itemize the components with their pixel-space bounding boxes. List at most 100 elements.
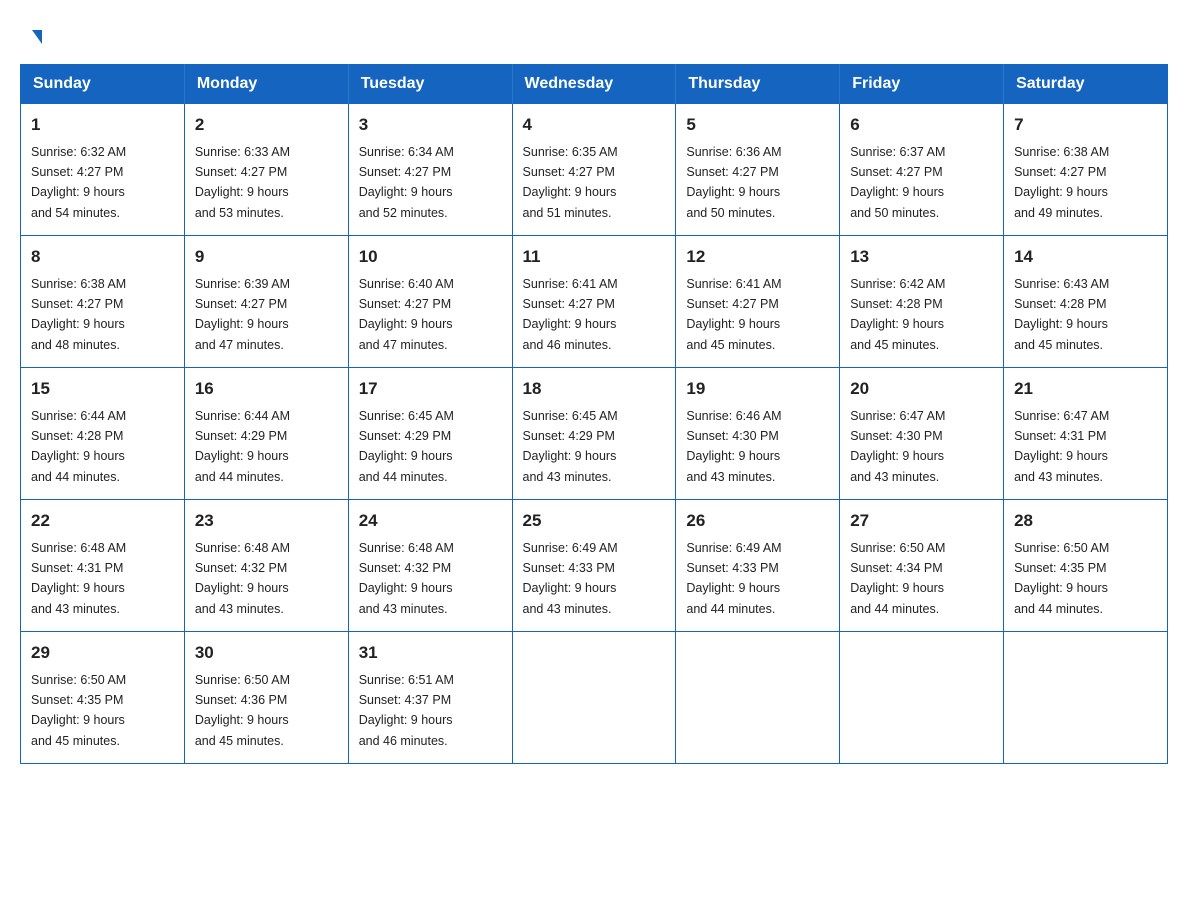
- day-number: 28: [1014, 508, 1157, 534]
- day-number: 9: [195, 244, 338, 270]
- header-monday: Monday: [184, 65, 348, 104]
- table-row: [840, 632, 1004, 764]
- table-row: 21 Sunrise: 6:47 AMSunset: 4:31 PMDayligh…: [1004, 368, 1168, 500]
- day-number: 21: [1014, 376, 1157, 402]
- day-info: Sunrise: 6:50 AMSunset: 4:35 PMDaylight:…: [31, 673, 126, 748]
- day-info: Sunrise: 6:38 AMSunset: 4:27 PMDaylight:…: [31, 277, 126, 352]
- day-info: Sunrise: 6:36 AMSunset: 4:27 PMDaylight:…: [686, 145, 781, 220]
- header-friday: Friday: [840, 65, 1004, 104]
- day-number: 11: [523, 244, 666, 270]
- header-tuesday: Tuesday: [348, 65, 512, 104]
- table-row: [1004, 632, 1168, 764]
- day-info: Sunrise: 6:41 AMSunset: 4:27 PMDaylight:…: [523, 277, 618, 352]
- table-row: 31Sunrise: 6:51 AMSunset: 4:37 PMDayligh…: [348, 632, 512, 764]
- table-row: 9 Sunrise: 6:39 AMSunset: 4:27 PMDaylight…: [184, 236, 348, 368]
- day-number: 19: [686, 376, 829, 402]
- day-number: 3: [359, 112, 502, 138]
- calendar-table: Sunday Monday Tuesday Wednesday Thursday…: [20, 64, 1168, 764]
- table-row: 15 Sunrise: 6:44 AMSunset: 4:28 PMDayligh…: [21, 368, 185, 500]
- calendar-week-row: 1 Sunrise: 6:32 AMSunset: 4:27 PMDaylight…: [21, 104, 1168, 236]
- day-number: 7: [1014, 112, 1157, 138]
- header-saturday: Saturday: [1004, 65, 1168, 104]
- day-info: Sunrise: 6:42 AMSunset: 4:28 PMDaylight:…: [850, 277, 945, 352]
- day-number: 5: [686, 112, 829, 138]
- table-row: 25Sunrise: 6:49 AMSunset: 4:33 PMDayligh…: [512, 500, 676, 632]
- day-info: Sunrise: 6:50 AMSunset: 4:36 PMDaylight:…: [195, 673, 290, 748]
- header-sunday: Sunday: [21, 65, 185, 104]
- day-number: 2: [195, 112, 338, 138]
- page-header: [20, 20, 1168, 44]
- day-info: Sunrise: 6:47 AMSunset: 4:30 PMDaylight:…: [850, 409, 945, 484]
- day-number: 17: [359, 376, 502, 402]
- table-row: 11 Sunrise: 6:41 AMSunset: 4:27 PMDayligh…: [512, 236, 676, 368]
- calendar-week-row: 8 Sunrise: 6:38 AMSunset: 4:27 PMDaylight…: [21, 236, 1168, 368]
- day-number: 20: [850, 376, 993, 402]
- day-number: 27: [850, 508, 993, 534]
- day-info: Sunrise: 6:34 AMSunset: 4:27 PMDaylight:…: [359, 145, 454, 220]
- day-number: 14: [1014, 244, 1157, 270]
- table-row: 23Sunrise: 6:48 AMSunset: 4:32 PMDayligh…: [184, 500, 348, 632]
- table-row: 8 Sunrise: 6:38 AMSunset: 4:27 PMDaylight…: [21, 236, 185, 368]
- day-info: Sunrise: 6:48 AMSunset: 4:31 PMDaylight:…: [31, 541, 126, 616]
- day-info: Sunrise: 6:44 AMSunset: 4:28 PMDaylight:…: [31, 409, 126, 484]
- day-number: 12: [686, 244, 829, 270]
- table-row: 30 Sunrise: 6:50 AMSunset: 4:36 PMDayligh…: [184, 632, 348, 764]
- day-info: Sunrise: 6:45 AMSunset: 4:29 PMDaylight:…: [523, 409, 618, 484]
- table-row: 28 Sunrise: 6:50 AMSunset: 4:35 PMDayligh…: [1004, 500, 1168, 632]
- day-number: 24: [359, 508, 502, 534]
- table-row: 24Sunrise: 6:48 AMSunset: 4:32 PMDayligh…: [348, 500, 512, 632]
- table-row: 13 Sunrise: 6:42 AMSunset: 4:28 PMDayligh…: [840, 236, 1004, 368]
- table-row: 26Sunrise: 6:49 AMSunset: 4:33 PMDayligh…: [676, 500, 840, 632]
- day-info: Sunrise: 6:32 AMSunset: 4:27 PMDaylight:…: [31, 145, 126, 220]
- day-info: Sunrise: 6:40 AMSunset: 4:27 PMDaylight:…: [359, 277, 454, 352]
- day-info: Sunrise: 6:33 AMSunset: 4:27 PMDaylight:…: [195, 145, 290, 220]
- day-number: 4: [523, 112, 666, 138]
- logo: [30, 30, 42, 44]
- day-number: 18: [523, 376, 666, 402]
- day-number: 10: [359, 244, 502, 270]
- day-info: Sunrise: 6:37 AMSunset: 4:27 PMDaylight:…: [850, 145, 945, 220]
- day-number: 30: [195, 640, 338, 666]
- day-info: Sunrise: 6:38 AMSunset: 4:27 PMDaylight:…: [1014, 145, 1109, 220]
- day-number: 15: [31, 376, 174, 402]
- weekday-header-row: Sunday Monday Tuesday Wednesday Thursday…: [21, 65, 1168, 104]
- day-info: Sunrise: 6:39 AMSunset: 4:27 PMDaylight:…: [195, 277, 290, 352]
- logo-triangle-icon: [32, 30, 42, 44]
- day-info: Sunrise: 6:50 AMSunset: 4:34 PMDaylight:…: [850, 541, 945, 616]
- table-row: 1 Sunrise: 6:32 AMSunset: 4:27 PMDaylight…: [21, 104, 185, 236]
- day-number: 22: [31, 508, 174, 534]
- day-info: Sunrise: 6:45 AMSunset: 4:29 PMDaylight:…: [359, 409, 454, 484]
- table-row: 4 Sunrise: 6:35 AMSunset: 4:27 PMDaylight…: [512, 104, 676, 236]
- day-number: 6: [850, 112, 993, 138]
- table-row: 7 Sunrise: 6:38 AMSunset: 4:27 PMDaylight…: [1004, 104, 1168, 236]
- table-row: 5 Sunrise: 6:36 AMSunset: 4:27 PMDaylight…: [676, 104, 840, 236]
- day-info: Sunrise: 6:48 AMSunset: 4:32 PMDaylight:…: [195, 541, 290, 616]
- table-row: 3 Sunrise: 6:34 AMSunset: 4:27 PMDaylight…: [348, 104, 512, 236]
- day-info: Sunrise: 6:43 AMSunset: 4:28 PMDaylight:…: [1014, 277, 1109, 352]
- table-row: 12Sunrise: 6:41 AMSunset: 4:27 PMDayligh…: [676, 236, 840, 368]
- day-info: Sunrise: 6:44 AMSunset: 4:29 PMDaylight:…: [195, 409, 290, 484]
- table-row: 2 Sunrise: 6:33 AMSunset: 4:27 PMDaylight…: [184, 104, 348, 236]
- table-row: 16 Sunrise: 6:44 AMSunset: 4:29 PMDayligh…: [184, 368, 348, 500]
- day-number: 31: [359, 640, 502, 666]
- day-number: 26: [686, 508, 829, 534]
- day-info: Sunrise: 6:50 AMSunset: 4:35 PMDaylight:…: [1014, 541, 1109, 616]
- day-number: 25: [523, 508, 666, 534]
- table-row: 19Sunrise: 6:46 AMSunset: 4:30 PMDayligh…: [676, 368, 840, 500]
- table-row: 18 Sunrise: 6:45 AMSunset: 4:29 PMDayligh…: [512, 368, 676, 500]
- day-number: 16: [195, 376, 338, 402]
- day-info: Sunrise: 6:47 AMSunset: 4:31 PMDaylight:…: [1014, 409, 1109, 484]
- header-wednesday: Wednesday: [512, 65, 676, 104]
- day-info: Sunrise: 6:35 AMSunset: 4:27 PMDaylight:…: [523, 145, 618, 220]
- header-thursday: Thursday: [676, 65, 840, 104]
- table-row: 22 Sunrise: 6:48 AMSunset: 4:31 PMDayligh…: [21, 500, 185, 632]
- table-row: 14 Sunrise: 6:43 AMSunset: 4:28 PMDayligh…: [1004, 236, 1168, 368]
- day-number: 29: [31, 640, 174, 666]
- calendar-week-row: 22 Sunrise: 6:48 AMSunset: 4:31 PMDayligh…: [21, 500, 1168, 632]
- day-number: 1: [31, 112, 174, 138]
- calendar-week-row: 29 Sunrise: 6:50 AMSunset: 4:35 PMDayligh…: [21, 632, 1168, 764]
- day-number: 13: [850, 244, 993, 270]
- table-row: [512, 632, 676, 764]
- day-number: 8: [31, 244, 174, 270]
- table-row: 6 Sunrise: 6:37 AMSunset: 4:27 PMDaylight…: [840, 104, 1004, 236]
